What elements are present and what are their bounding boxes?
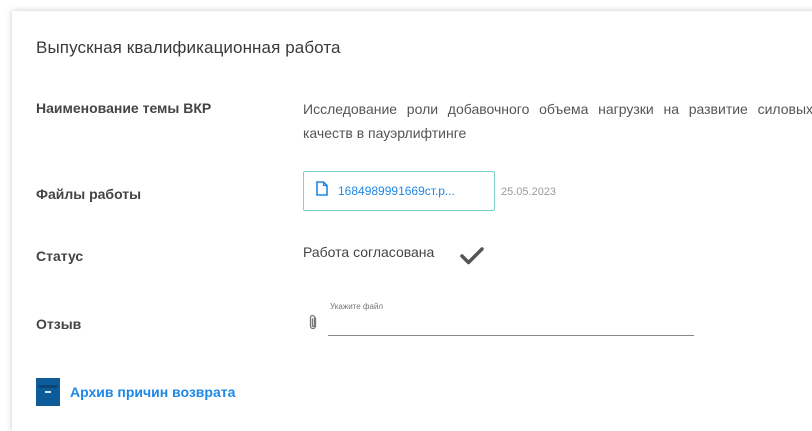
topic-value: Исследование роли добавочного объема наг… bbox=[303, 101, 812, 141]
status-label: Статус bbox=[36, 248, 84, 264]
review-label: Отзыв bbox=[36, 316, 82, 332]
file-name-link[interactable]: 1684989991669ст.р... bbox=[338, 184, 455, 198]
status-value: Работа согласована bbox=[303, 244, 435, 260]
archive-box-icon bbox=[36, 378, 60, 406]
review-file-input[interactable] bbox=[328, 315, 694, 336]
archive-link[interactable]: Архив причин возврата bbox=[36, 378, 235, 406]
files-label: Файлы работы bbox=[36, 186, 142, 202]
file-icon bbox=[316, 181, 328, 201]
archive-label[interactable]: Архив причин возврата bbox=[70, 384, 235, 400]
vkr-card: Выпускная квалификационная работа Наимен… bbox=[12, 11, 812, 431]
topic-label: Наименование темы ВКР bbox=[36, 100, 212, 116]
file-date: 25.05.2023 bbox=[501, 186, 557, 198]
file-input-hint: Укажите файл bbox=[330, 302, 384, 311]
file-chip[interactable]: 1684989991669ст.р... bbox=[303, 171, 495, 211]
paperclip-icon[interactable] bbox=[308, 314, 318, 336]
checkmark-icon bbox=[460, 247, 484, 270]
section-title: Выпускная квалификационная работа bbox=[36, 38, 341, 57]
